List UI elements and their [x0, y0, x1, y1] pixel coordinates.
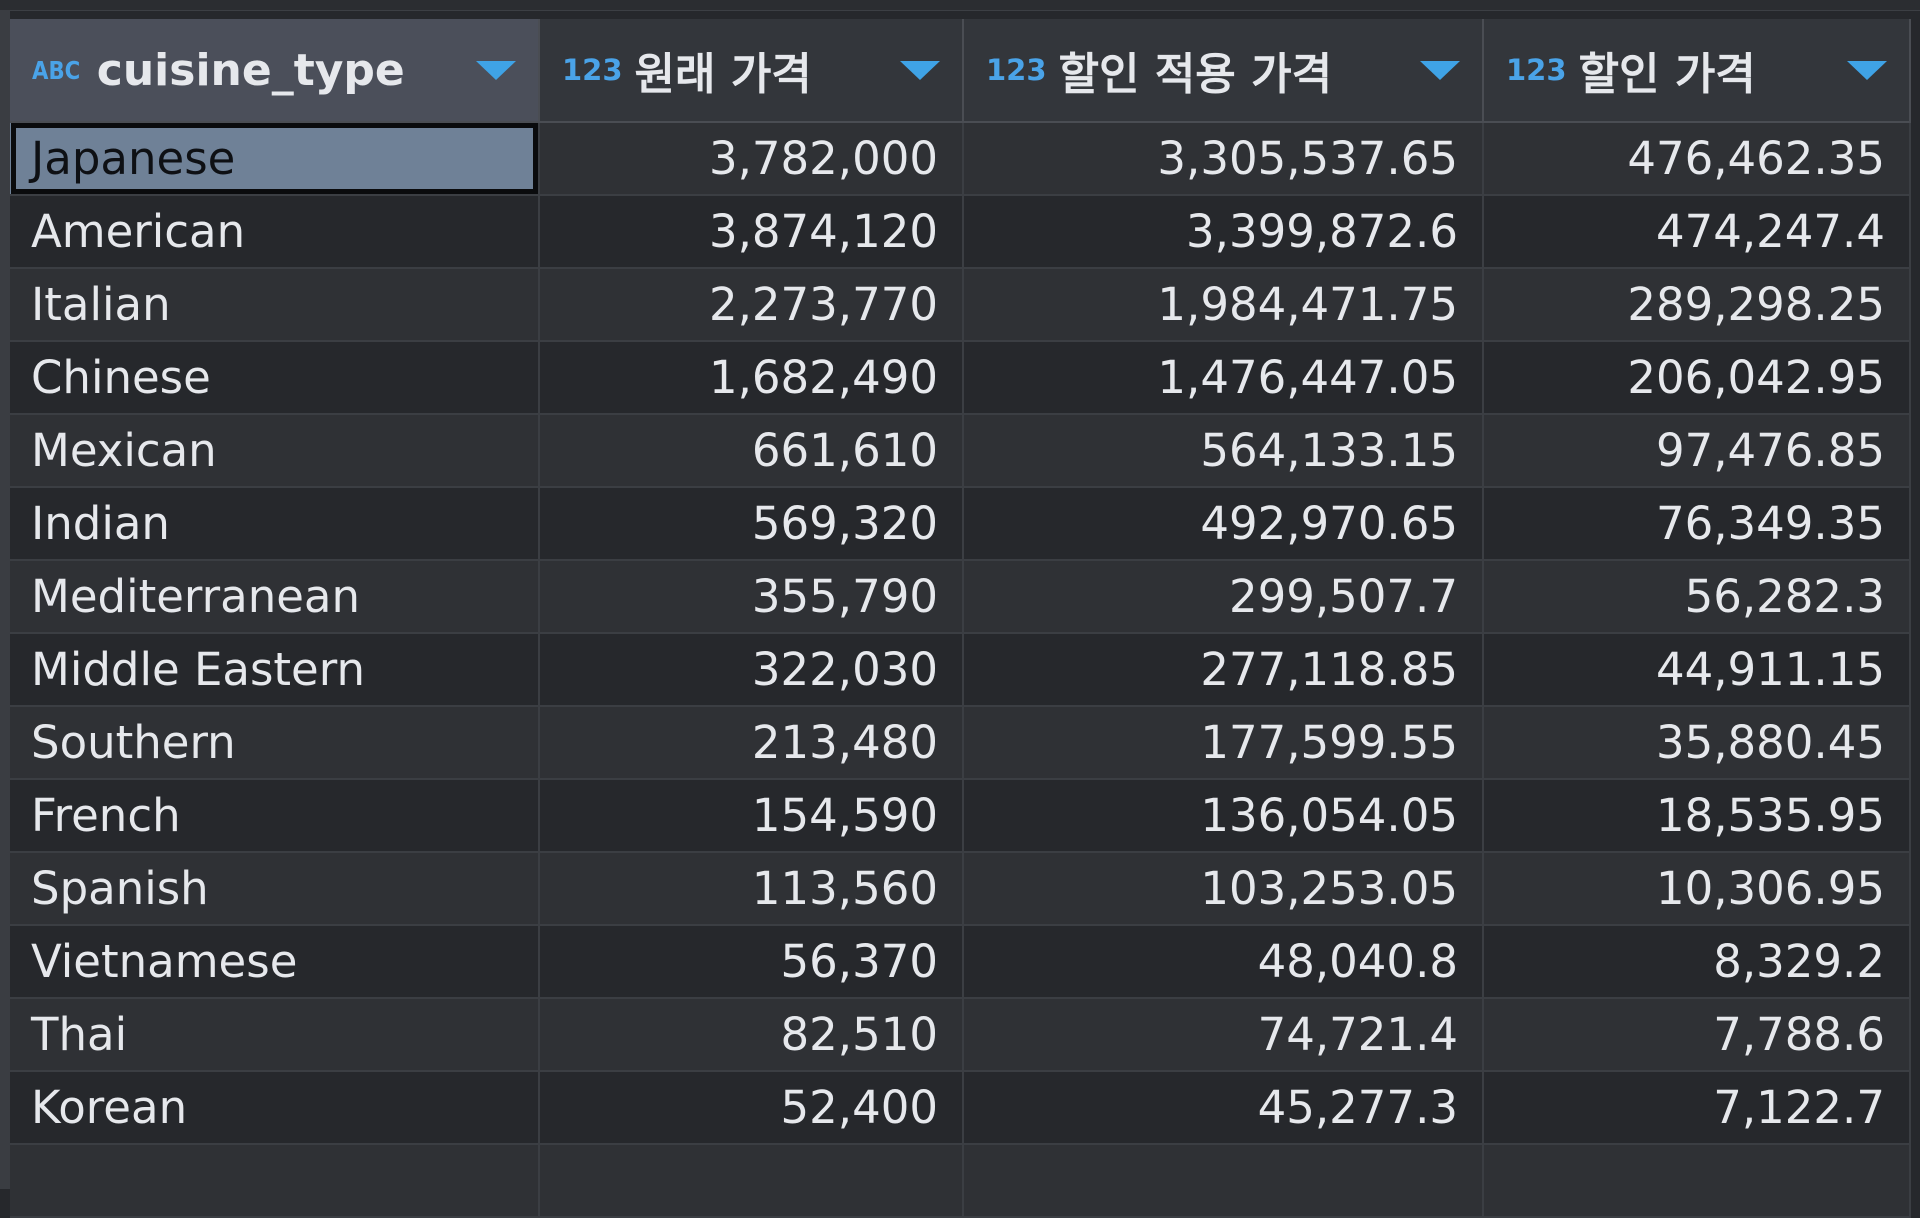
- column-header-discounted-price[interactable]: 123 할인 적용 가격: [963, 19, 1484, 123]
- table-row[interactable]: French 154,590 136,054.05 18,535.95: [10, 779, 1911, 853]
- table-row[interactable]: Italian 2,273,770 1,984,471.75 289,298.2…: [10, 268, 1911, 342]
- table-cell-original-price[interactable]: 569,320: [539, 487, 964, 561]
- table-row[interactable]: Southern 213,480 177,599.55 35,880.45: [10, 706, 1911, 780]
- table-cell-original-price[interactable]: 213,480: [539, 706, 964, 780]
- table-cell-empty: [1483, 1144, 1911, 1218]
- column-header-cuisine-type[interactable]: ABC cuisine_type: [10, 19, 540, 123]
- table-cell-empty: [963, 1144, 1484, 1218]
- number-type-icon: 123: [562, 53, 623, 87]
- table-cell-original-price[interactable]: 3,782,000: [539, 122, 964, 196]
- table-row[interactable]: Spanish 113,560 103,253.05 10,306.95: [10, 852, 1911, 926]
- table-cell-discounted-price[interactable]: 1,984,471.75: [963, 268, 1484, 342]
- table-cell-discount-amount[interactable]: 35,880.45: [1483, 706, 1911, 780]
- table-cell-discounted-price[interactable]: 3,305,537.65: [963, 122, 1484, 196]
- table-cell-original-price[interactable]: 661,610: [539, 414, 964, 488]
- table-cell-original-price[interactable]: 2,273,770: [539, 268, 964, 342]
- table-row-partial: [10, 1144, 1911, 1218]
- table-cell-cuisine-type[interactable]: Mediterranean: [10, 560, 540, 634]
- table-cell-discounted-price[interactable]: 277,118.85: [963, 633, 1484, 707]
- table-cell-discounted-price[interactable]: 492,970.65: [963, 487, 1484, 561]
- table-cell-discounted-price[interactable]: 136,054.05: [963, 779, 1484, 853]
- table-cell-discount-amount[interactable]: 7,788.6: [1483, 998, 1911, 1072]
- table-cell-discounted-price[interactable]: 3,399,872.6: [963, 195, 1484, 269]
- table-cell-cuisine-type[interactable]: Thai: [10, 998, 540, 1072]
- table-row[interactable]: Vietnamese 56,370 48,040.8 8,329.2: [10, 925, 1911, 999]
- table-cell-cuisine-type[interactable]: Italian: [10, 268, 540, 342]
- chevron-down-icon[interactable]: [476, 60, 516, 80]
- chevron-down-icon[interactable]: [1847, 60, 1887, 80]
- table-cell-original-price[interactable]: 82,510: [539, 998, 964, 1072]
- table-cell-original-price[interactable]: 113,560: [539, 852, 964, 926]
- table-cell-cuisine-type[interactable]: Middle Eastern: [10, 633, 540, 707]
- table-row[interactable]: Korean 52,400 45,277.3 7,122.7: [10, 1071, 1911, 1145]
- table-cell-discount-amount[interactable]: 7,122.7: [1483, 1071, 1911, 1145]
- result-table: ABC cuisine_type 123 원래 가격 123 할인 적용 가격 …: [10, 19, 1911, 1218]
- number-type-icon: 123: [1506, 53, 1567, 87]
- table-cell-cuisine-type[interactable]: Chinese: [10, 341, 540, 415]
- number-type-icon: 123: [986, 53, 1047, 87]
- table-cell-original-price[interactable]: 3,874,120: [539, 195, 964, 269]
- table-row[interactable]: Chinese 1,682,490 1,476,447.05 206,042.9…: [10, 341, 1911, 415]
- column-header-original-price[interactable]: 123 원래 가격: [539, 19, 964, 123]
- table-cell-empty: [10, 1144, 540, 1218]
- table-cell-discount-amount[interactable]: 56,282.3: [1483, 560, 1911, 634]
- chevron-down-icon[interactable]: [1420, 60, 1460, 80]
- table-cell-discount-amount[interactable]: 8,329.2: [1483, 925, 1911, 999]
- table-cell-cuisine-type[interactable]: Spanish: [10, 852, 540, 926]
- table-cell-cuisine-type[interactable]: Korean: [10, 1071, 540, 1145]
- grid-top-border: [0, 0, 1920, 11]
- table-cell-original-price[interactable]: 56,370: [539, 925, 964, 999]
- table-cell-discounted-price[interactable]: 564,133.15: [963, 414, 1484, 488]
- table-cell-original-price[interactable]: 1,682,490: [539, 341, 964, 415]
- table-row[interactable]: American 3,874,120 3,399,872.6 474,247.4: [10, 195, 1911, 269]
- table-cell-discounted-price[interactable]: 1,476,447.05: [963, 341, 1484, 415]
- table-cell-cuisine-type[interactable]: French: [10, 779, 540, 853]
- table-cell-discount-amount[interactable]: 474,247.4: [1483, 195, 1911, 269]
- header-row: ABC cuisine_type 123 원래 가격 123 할인 적용 가격 …: [10, 19, 1911, 123]
- table-cell-discounted-price[interactable]: 45,277.3: [963, 1071, 1484, 1145]
- table-cell-discount-amount[interactable]: 289,298.25: [1483, 268, 1911, 342]
- table-cell-discounted-price[interactable]: 48,040.8: [963, 925, 1484, 999]
- table-cell-discount-amount[interactable]: 18,535.95: [1483, 779, 1911, 853]
- row-header-strip: [0, 10, 10, 1189]
- column-header-label: 원래 가격: [634, 49, 812, 100]
- table-cell-cuisine-type[interactable]: American: [10, 195, 540, 269]
- table-cell-discount-amount[interactable]: 10,306.95: [1483, 852, 1911, 926]
- table-row[interactable]: Japanese 3,782,000 3,305,537.65 476,462.…: [10, 122, 1911, 196]
- table-row[interactable]: Mediterranean 355,790 299,507.7 56,282.3: [10, 560, 1911, 634]
- table-cell-discounted-price[interactable]: 74,721.4: [963, 998, 1484, 1072]
- table-cell-original-price[interactable]: 322,030: [539, 633, 964, 707]
- table-cell-cuisine-type[interactable]: Vietnamese: [10, 925, 540, 999]
- table-cell-cuisine-type[interactable]: Japanese: [10, 122, 540, 196]
- table-cell-cuisine-type[interactable]: Southern: [10, 706, 540, 780]
- chevron-down-icon[interactable]: [900, 60, 940, 80]
- table-cell-original-price[interactable]: 154,590: [539, 779, 964, 853]
- table-cell-original-price[interactable]: 355,790: [539, 560, 964, 634]
- table-cell-discounted-price[interactable]: 103,253.05: [963, 852, 1484, 926]
- table-row[interactable]: Thai 82,510 74,721.4 7,788.6: [10, 998, 1911, 1072]
- table-cell-cuisine-type[interactable]: Mexican: [10, 414, 540, 488]
- table-row[interactable]: Mexican 661,610 564,133.15 97,476.85: [10, 414, 1911, 488]
- result-grid: ABC cuisine_type 123 원래 가격 123 할인 적용 가격 …: [0, 0, 1920, 1218]
- table-row[interactable]: Middle Eastern 322,030 277,118.85 44,911…: [10, 633, 1911, 707]
- column-header-label: 할인 적용 가격: [1058, 49, 1333, 100]
- column-header-label: cuisine_type: [96, 44, 405, 96]
- column-header-discount-amount[interactable]: 123 할인 가격: [1483, 19, 1911, 123]
- table-cell-discounted-price[interactable]: 299,507.7: [963, 560, 1484, 634]
- table-row[interactable]: Indian 569,320 492,970.65 76,349.35: [10, 487, 1911, 561]
- table-cell-discount-amount[interactable]: 97,476.85: [1483, 414, 1911, 488]
- table-cell-discount-amount[interactable]: 76,349.35: [1483, 487, 1911, 561]
- table-cell-original-price[interactable]: 52,400: [539, 1071, 964, 1145]
- table-cell-discounted-price[interactable]: 177,599.55: [963, 706, 1484, 780]
- table-cell-discount-amount[interactable]: 476,462.35: [1483, 122, 1911, 196]
- table-cell-empty: [539, 1144, 964, 1218]
- table-cell-discount-amount[interactable]: 44,911.15: [1483, 633, 1911, 707]
- column-header-label: 할인 가격: [1578, 49, 1756, 100]
- table-cell-cuisine-type[interactable]: Indian: [10, 487, 540, 561]
- table-cell-discount-amount[interactable]: 206,042.95: [1483, 341, 1911, 415]
- text-type-icon: ABC: [32, 55, 81, 85]
